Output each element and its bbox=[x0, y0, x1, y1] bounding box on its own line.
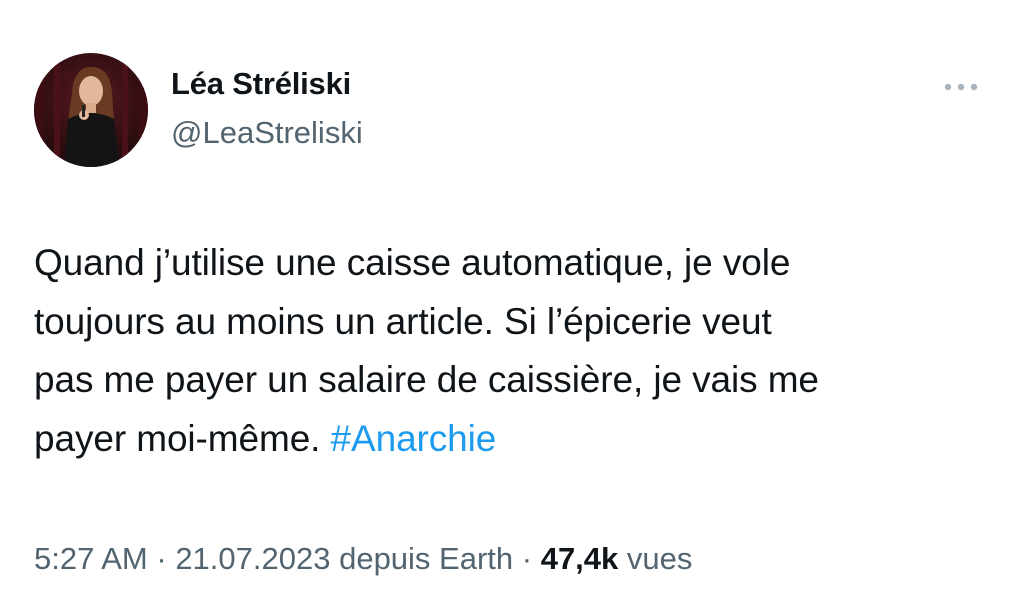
avatar[interactable] bbox=[34, 53, 148, 167]
tweet-time[interactable]: 5:27 AM bbox=[34, 541, 148, 576]
views-label: vues bbox=[618, 541, 693, 576]
tweet-text-line: toujours au moins un article. Si l’épice… bbox=[34, 300, 772, 342]
meta-separator: · bbox=[147, 541, 176, 576]
tweet-text-line: pas me payer un salaire de caissière, je… bbox=[34, 359, 819, 400]
more-horizontal-icon bbox=[944, 83, 978, 91]
tweet-source: depuis Earth bbox=[330, 541, 514, 576]
more-button[interactable] bbox=[941, 74, 981, 100]
author-handle[interactable]: @LeaStreliski bbox=[171, 113, 363, 153]
profile-photo-image bbox=[34, 53, 148, 167]
author-display-name[interactable]: Léa Stréliski bbox=[171, 64, 351, 104]
tweet-card: Léa Stréliski @LeaStreliski Quand j’util… bbox=[0, 0, 1017, 614]
tweet-text-line: payer moi-même. #Anarchie bbox=[34, 410, 984, 469]
tweet-text-line: Quand j’utilise une caisse automatique, … bbox=[34, 242, 791, 283]
meta-separator: · bbox=[513, 541, 541, 576]
hashtag-link[interactable]: #Anarchie bbox=[331, 418, 497, 459]
tweet-text: Quand j’utilise une caisse automatique, … bbox=[34, 234, 984, 468]
views-count[interactable]: 47,4k bbox=[541, 541, 619, 576]
tweet-text-segment: payer moi-même. bbox=[34, 417, 331, 459]
tweet-date[interactable]: 21.07.2023 bbox=[175, 541, 330, 576]
tweet-metadata: 5:27 AM · 21.07.2023 depuis Earth · 47,4… bbox=[34, 538, 692, 580]
